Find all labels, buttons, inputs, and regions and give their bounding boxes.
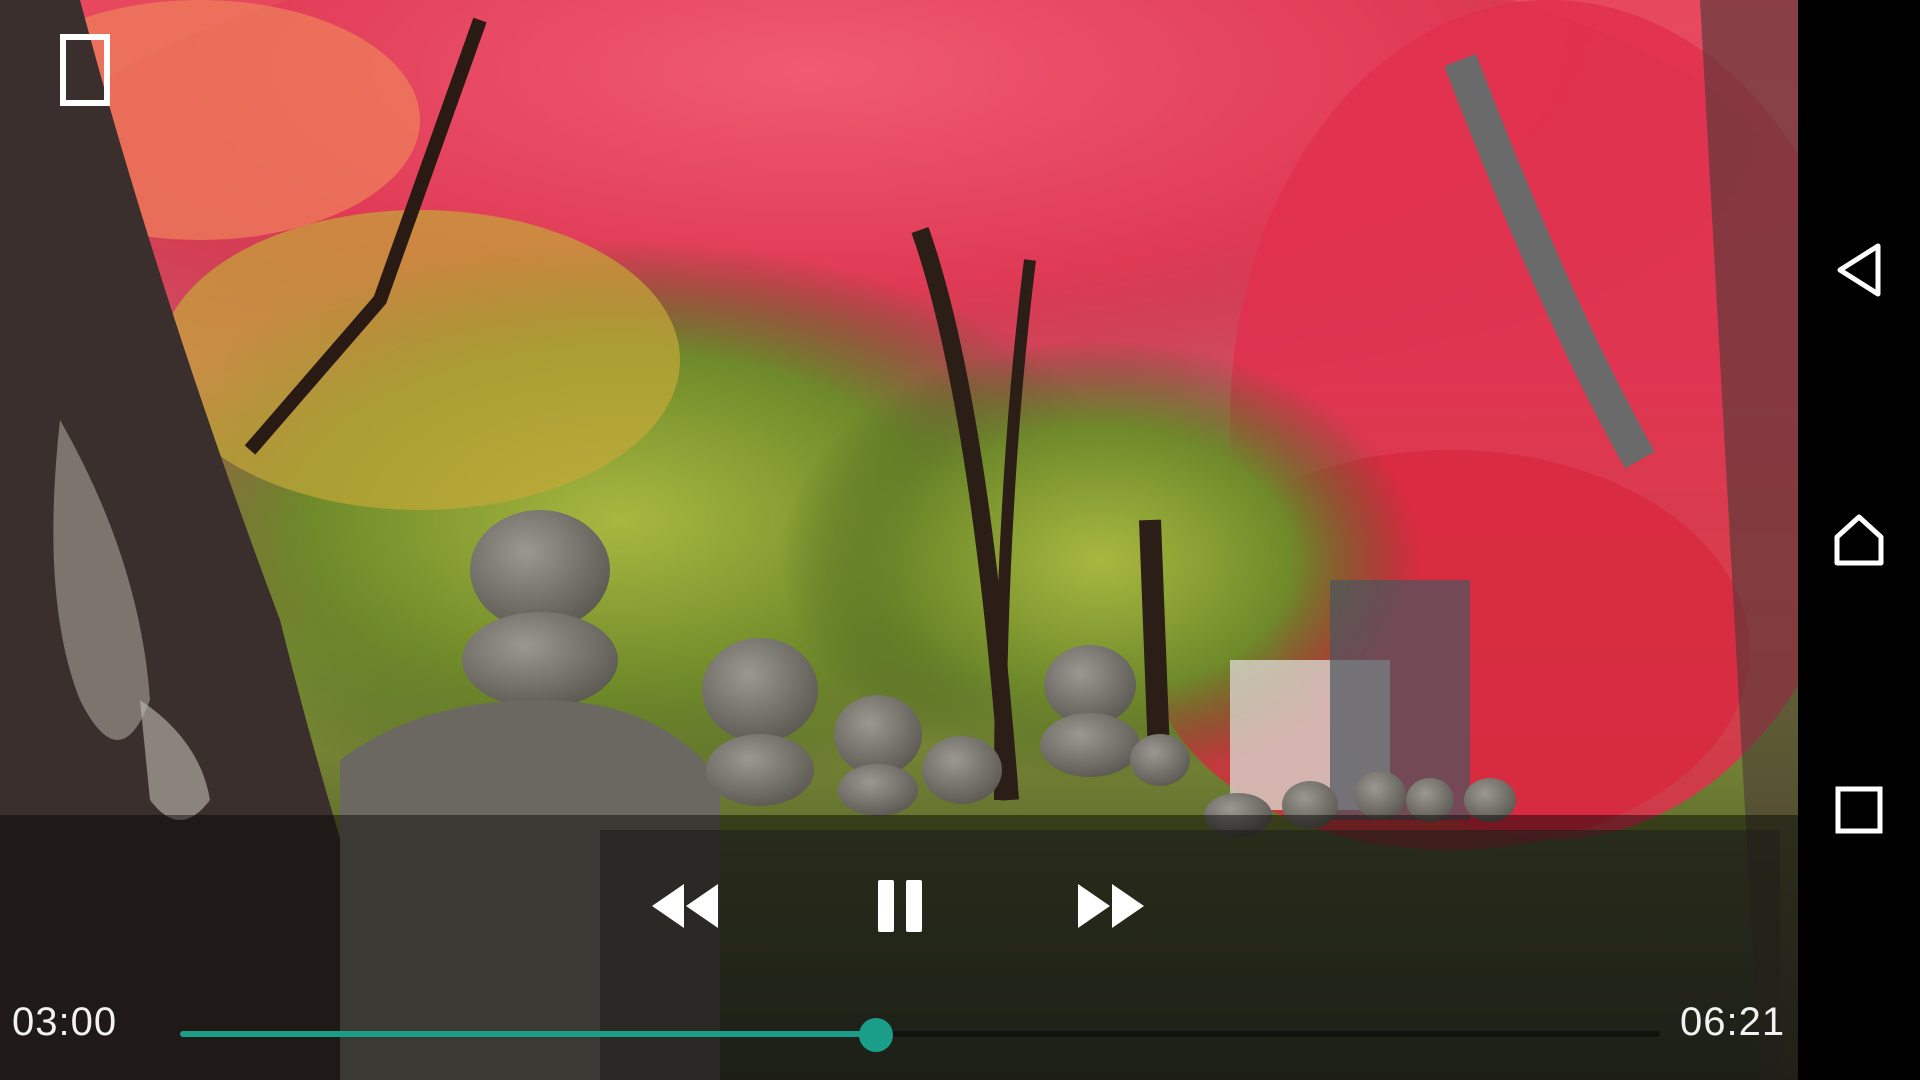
total-time: 06:21 xyxy=(1680,1000,1786,1044)
video-surface[interactable]: 03:00 06:21 xyxy=(0,0,1798,1080)
pause-icon xyxy=(878,880,922,932)
fast-forward-icon xyxy=(1078,884,1144,928)
aspect-ratio-icon[interactable] xyxy=(60,34,110,106)
fast-forward-button[interactable] xyxy=(1070,876,1150,936)
recents-button[interactable] xyxy=(1824,775,1894,845)
screen: 03:00 06:21 xyxy=(0,0,1920,1080)
rewind-icon xyxy=(652,884,718,928)
pause-button[interactable] xyxy=(860,876,940,936)
current-time: 03:00 xyxy=(12,1000,118,1044)
back-button[interactable] xyxy=(1824,235,1894,305)
system-navigation-bar xyxy=(1798,0,1920,1080)
seek-thumb[interactable] xyxy=(858,1018,893,1052)
seek-bar[interactable] xyxy=(180,1018,1660,1052)
recents-square-icon xyxy=(1835,786,1883,834)
rewind-button[interactable] xyxy=(646,876,726,936)
home-button[interactable] xyxy=(1824,505,1894,575)
back-triangle-icon xyxy=(1837,243,1881,297)
seek-progress xyxy=(180,1031,876,1037)
home-icon xyxy=(1834,514,1884,566)
